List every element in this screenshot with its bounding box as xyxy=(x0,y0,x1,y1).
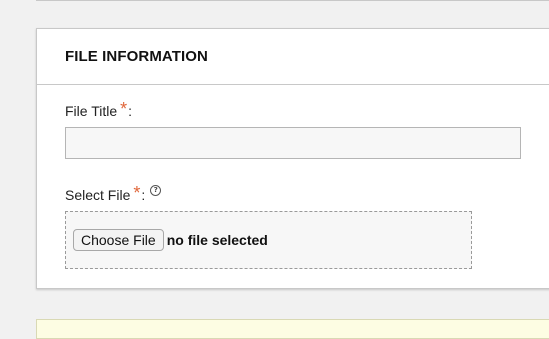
choose-file-button[interactable]: Choose File xyxy=(73,229,164,251)
label-colon: : xyxy=(128,103,133,119)
select-file-label-text: Select File xyxy=(65,187,131,203)
notice-panel xyxy=(36,319,549,339)
required-asterisk: * xyxy=(120,99,128,119)
previous-panel xyxy=(36,0,549,1)
required-asterisk: * xyxy=(133,183,141,203)
file-title-label-text: File Title xyxy=(65,103,118,119)
label-colon: : xyxy=(141,187,146,203)
file-title-input[interactable] xyxy=(65,127,521,159)
help-icon[interactable]: ? xyxy=(150,184,162,196)
section-title: FILE INFORMATION xyxy=(65,48,208,65)
file-information-card: FILE INFORMATION File Title * : Select F… xyxy=(36,28,549,289)
file-title-label: File Title * : xyxy=(65,99,133,119)
card-header: FILE INFORMATION xyxy=(37,29,549,85)
file-drop-zone[interactable]: Choose File no file selected xyxy=(65,211,472,269)
file-status-text: no file selected xyxy=(166,232,268,248)
select-file-label: Select File * : ? xyxy=(65,183,162,203)
